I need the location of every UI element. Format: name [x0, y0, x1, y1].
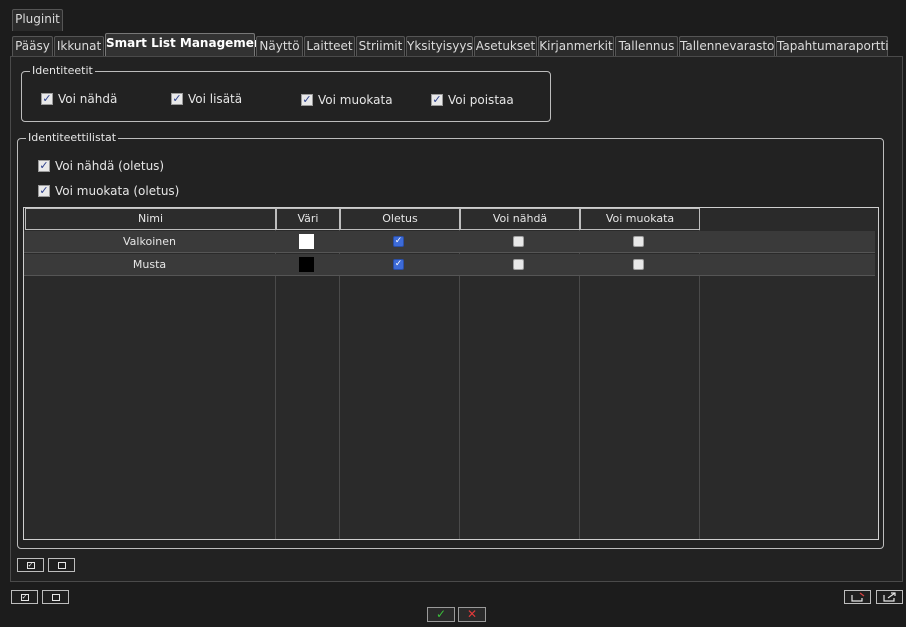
column-header-color[interactable]: Väri — [276, 208, 340, 230]
check-icon: ✓ — [41, 92, 53, 105]
tab-asetukset[interactable]: Asetukset — [474, 36, 537, 57]
export-icon — [850, 592, 864, 602]
row-name: Valkoinen — [123, 235, 176, 248]
tab-paasy[interactable]: Pääsy — [12, 36, 53, 57]
check-icon: ✓ — [171, 92, 183, 105]
identities-can-edit-checkbox[interactable]: ✓ Voi muokata — [301, 93, 393, 107]
tab-label: Striimit — [358, 39, 403, 53]
tab-tallennus[interactable]: Tallennus — [615, 36, 678, 57]
close-icon: ✕ — [466, 607, 478, 621]
checkbox-label: Voi muokata — [318, 93, 393, 107]
can-edit-checkbox[interactable] — [633, 236, 644, 247]
import-icon — [882, 592, 896, 602]
identity-lists-group-title: Identiteettilistat — [26, 131, 119, 145]
identity-lists-table: Nimi Väri Oletus Voi nähdä Voi muokata V… — [23, 207, 879, 540]
tab-smart-list-management[interactable]: Smart List Management — [105, 33, 268, 57]
can-view-checkbox[interactable] — [513, 236, 524, 247]
tab-label: Tallennus — [618, 39, 675, 53]
check-icon: ✓ — [431, 93, 443, 106]
tab-label: Smart List Management — [106, 36, 269, 50]
tab-label: Näyttö — [259, 39, 300, 53]
column-header-label: Väri — [297, 212, 319, 225]
checkbox-label: Voi nähdä — [58, 92, 118, 106]
tab-yksityisyys[interactable]: Yksityisyys — [406, 36, 473, 57]
tab-tallennevarasto[interactable]: Tallennevarasto — [679, 36, 775, 57]
check-all-icon: ✓ — [20, 592, 29, 601]
color-swatch[interactable] — [299, 234, 314, 249]
check-icon: ✓ — [38, 184, 50, 197]
tab-label: Kirjanmerkit — [539, 39, 613, 53]
identities-can-delete-checkbox[interactable]: ✓ Voi poistaa — [431, 93, 514, 107]
import-button[interactable] — [876, 590, 903, 604]
check-icon: ✓ — [435, 607, 447, 621]
column-header-can-edit[interactable]: Voi muokata — [580, 208, 700, 230]
tab-label: Tallennevarasto — [680, 39, 775, 53]
identities-group-title: Identiteetit — [30, 64, 95, 78]
window-title: Pluginit — [15, 12, 60, 26]
checkbox-label: Voi nähdä (oletus) — [55, 159, 165, 173]
tab-striimit[interactable]: Striimit — [356, 36, 405, 57]
export-button[interactable] — [844, 590, 871, 604]
ok-button[interactable]: ✓ — [427, 607, 455, 622]
column-header-label: Oletus — [382, 212, 418, 225]
lists-can-edit-default-checkbox[interactable]: ✓ Voi muokata (oletus) — [38, 184, 179, 198]
column-header-can-view[interactable]: Voi nähdä — [460, 208, 580, 230]
tab-laitteet[interactable]: Laitteet — [304, 36, 355, 57]
tab-naytto[interactable]: Näyttö — [256, 36, 303, 57]
tab-label: Laitteet — [306, 39, 353, 53]
identities-can-add-checkbox[interactable]: ✓ Voi lisätä — [171, 92, 242, 106]
column-header-name[interactable]: Nimi — [25, 208, 276, 230]
tab-label: Tapahtumaraportti — [777, 39, 889, 53]
checkbox-label: Voi muokata (oletus) — [55, 184, 180, 198]
tab-kirjanmerkit[interactable]: Kirjanmerkit — [538, 36, 614, 57]
default-checkbox[interactable]: ✓ — [393, 259, 404, 270]
tab-label: Pääsy — [15, 39, 50, 53]
column-header-label: Voi nähdä — [492, 212, 548, 225]
tab-tapahtumaraportti[interactable]: Tapahtumaraportti — [776, 36, 889, 57]
window-title-tab: Pluginit — [12, 9, 63, 31]
column-header-label: Voi muokata — [605, 212, 675, 225]
column-divider — [275, 230, 276, 539]
column-divider — [339, 230, 340, 539]
uncheck-all-button[interactable] — [48, 558, 75, 572]
table-row[interactable]: Valkoinen ✓ — [24, 231, 875, 253]
check-all-icon: ✓ — [26, 560, 35, 569]
uncheck-all-icon — [57, 561, 66, 569]
outer-check-all-button[interactable]: ✓ — [11, 590, 38, 604]
check-icon: ✓ — [38, 159, 50, 172]
tab-label: Yksityisyys — [407, 39, 473, 53]
can-view-checkbox[interactable] — [513, 259, 524, 270]
cancel-button[interactable]: ✕ — [458, 607, 486, 622]
outer-uncheck-all-button[interactable] — [42, 590, 69, 604]
uncheck-all-icon — [51, 593, 60, 601]
tab-label: Asetukset — [475, 39, 536, 53]
check-icon: ✓ — [301, 93, 313, 106]
tab-ikkunat[interactable]: Ikkunat — [54, 36, 104, 57]
column-divider — [579, 230, 580, 539]
check-all-button[interactable]: ✓ — [17, 558, 44, 572]
tab-label: Ikkunat — [56, 39, 102, 53]
checkbox-label: Voi poistaa — [448, 93, 514, 107]
color-swatch[interactable] — [299, 257, 314, 272]
column-divider — [699, 230, 700, 539]
identities-can-view-checkbox[interactable]: ✓ Voi nähdä — [41, 92, 117, 106]
column-header-label: Nimi — [137, 212, 164, 225]
checkbox-label: Voi lisätä — [188, 92, 243, 106]
column-header-default[interactable]: Oletus — [340, 208, 460, 230]
can-edit-checkbox[interactable] — [633, 259, 644, 270]
row-name: Musta — [132, 258, 167, 271]
table-row[interactable]: Musta ✓ — [24, 254, 875, 276]
column-divider — [459, 230, 460, 539]
lists-can-view-default-checkbox[interactable]: ✓ Voi nähdä (oletus) — [38, 159, 164, 173]
default-checkbox[interactable]: ✓ — [393, 236, 404, 247]
